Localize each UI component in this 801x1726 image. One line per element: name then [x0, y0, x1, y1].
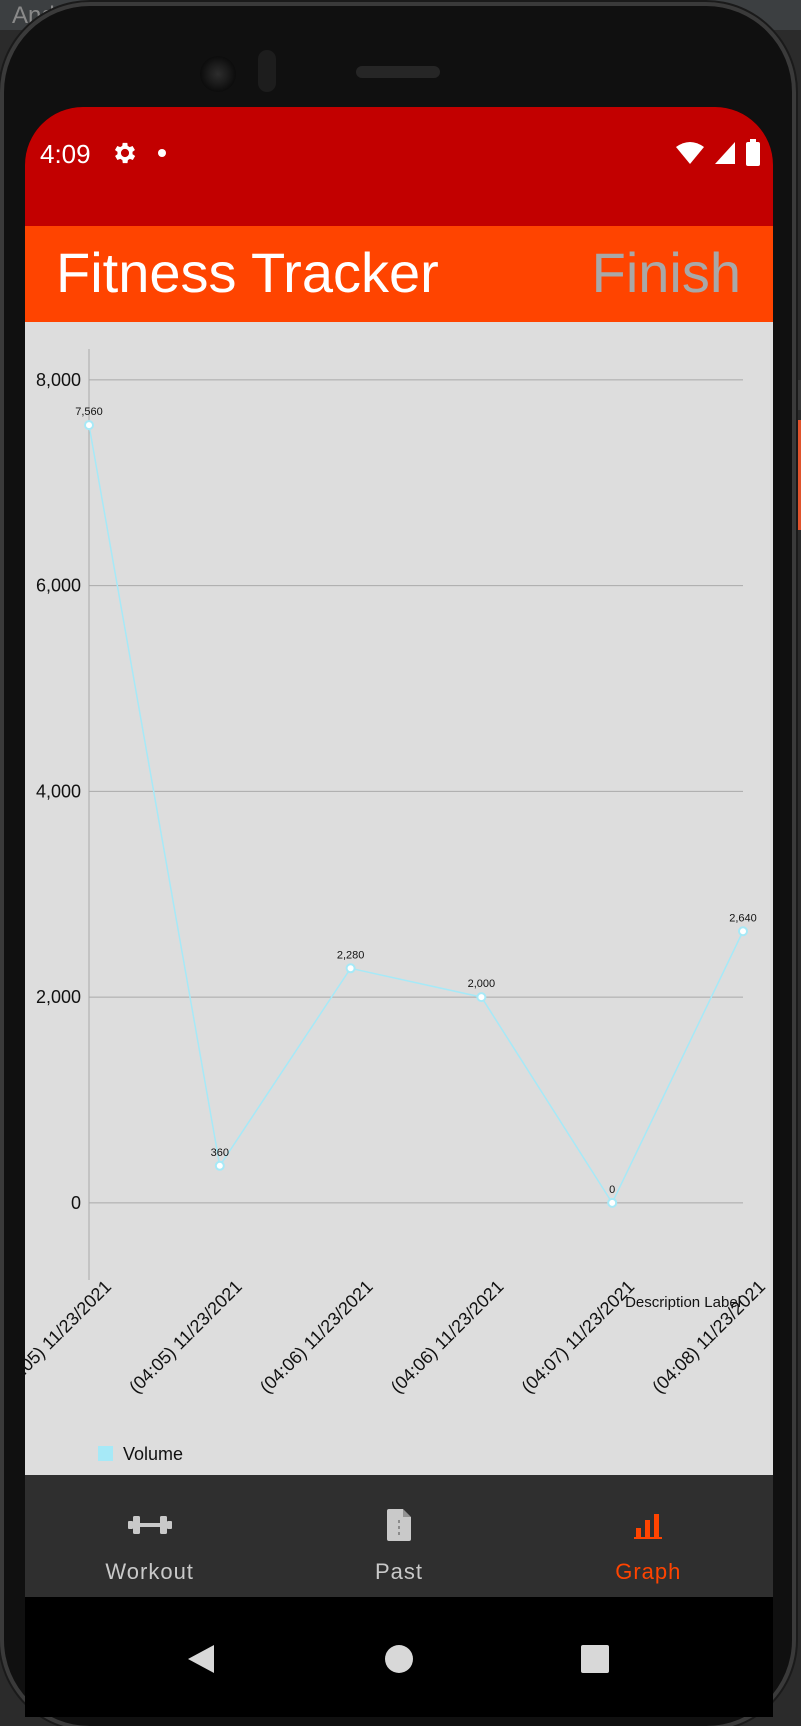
- earpiece-speaker: [356, 66, 440, 78]
- gear-icon: [114, 142, 136, 164]
- wifi-icon: [676, 142, 704, 164]
- data-point: [214, 1160, 225, 1171]
- document-icon: [386, 1509, 411, 1541]
- dumbbell-icon: [127, 1516, 172, 1534]
- finish-button[interactable]: Finish: [592, 236, 741, 310]
- y-tick-label: 4,000: [36, 781, 81, 801]
- nav-label-graph: Graph: [615, 1559, 682, 1584]
- data-label: 7,560: [75, 406, 103, 418]
- y-tick-label: 6,000: [36, 576, 81, 596]
- x-tick-label: (04:05) 11/23/2021: [125, 1276, 246, 1397]
- nav-item-workout[interactable]: Workout: [25, 1475, 274, 1597]
- system-navigation-bar: [25, 1597, 773, 1717]
- signal-icon: [715, 142, 735, 164]
- x-tick-label: (04:06) 11/23/2021: [256, 1276, 377, 1397]
- recents-icon: [581, 1645, 609, 1673]
- description-label: Description Label: [625, 1294, 741, 1311]
- data-point: [345, 963, 356, 974]
- battery-icon: [746, 139, 760, 166]
- phone-frame: 4:09 Fitness Tracker Finish 0 2,000 4,00…: [4, 6, 792, 1726]
- dot-icon: [158, 149, 166, 157]
- data-label: 2,280: [337, 949, 365, 961]
- x-tick-label: (04:06) 11/23/2021: [387, 1276, 508, 1397]
- bottom-navigation: Workout Past Graph: [25, 1475, 773, 1597]
- data-label: 360: [211, 1147, 229, 1159]
- side-edge-accent: [796, 420, 801, 530]
- back-button[interactable]: [171, 1629, 231, 1689]
- chart-canvas: 0 2,000 4,000 6,000 8,000 7,560 360 2,280 2,000 0…: [25, 349, 769, 1464]
- data-point: [607, 1197, 618, 1208]
- data-point: [476, 992, 487, 1003]
- x-tick-label: (04:05) 11/23/2021: [25, 1276, 115, 1397]
- side-edge-left: [796, 380, 801, 410]
- x-tick-label: (04:07) 11/23/2021: [518, 1276, 639, 1397]
- data-point: [738, 926, 748, 937]
- y-tick-label: 0: [71, 1193, 81, 1213]
- data-label: 2,640: [729, 912, 757, 924]
- app-bar: Fitness Tracker Finish: [25, 226, 773, 322]
- status-bar: 4:09: [25, 107, 773, 226]
- y-tick-label: 2,000: [36, 987, 81, 1007]
- proximity-sensor: [258, 50, 276, 92]
- legend-swatch: [98, 1446, 113, 1461]
- y-tick-label: 8,000: [36, 370, 81, 390]
- back-icon: [188, 1645, 214, 1673]
- series-line-volume: [88, 424, 744, 1205]
- legend-label-volume: Volume: [123, 1444, 183, 1464]
- home-button[interactable]: [369, 1629, 429, 1689]
- volume-line-chart[interactable]: 0 2,000 4,000 6,000 8,000 7,560 360 2,280 2,000 0…: [25, 322, 773, 1475]
- data-label: 0: [609, 1184, 615, 1196]
- data-point: [84, 420, 94, 431]
- front-camera: [200, 56, 236, 92]
- recents-button[interactable]: [565, 1629, 625, 1689]
- nav-item-graph[interactable]: Graph: [524, 1475, 773, 1597]
- device-screen: 4:09 Fitness Tracker Finish 0 2,000 4,00…: [25, 107, 773, 1717]
- bar-chart-icon: [634, 1514, 663, 1539]
- data-label: 2,000: [468, 978, 496, 990]
- nav-label-workout: Workout: [105, 1559, 194, 1584]
- status-time: 4:09: [40, 139, 91, 169]
- home-icon: [385, 1645, 413, 1673]
- nav-item-past[interactable]: Past: [274, 1475, 523, 1597]
- nav-label-past: Past: [374, 1559, 423, 1584]
- app-title: Fitness Tracker: [56, 241, 439, 304]
